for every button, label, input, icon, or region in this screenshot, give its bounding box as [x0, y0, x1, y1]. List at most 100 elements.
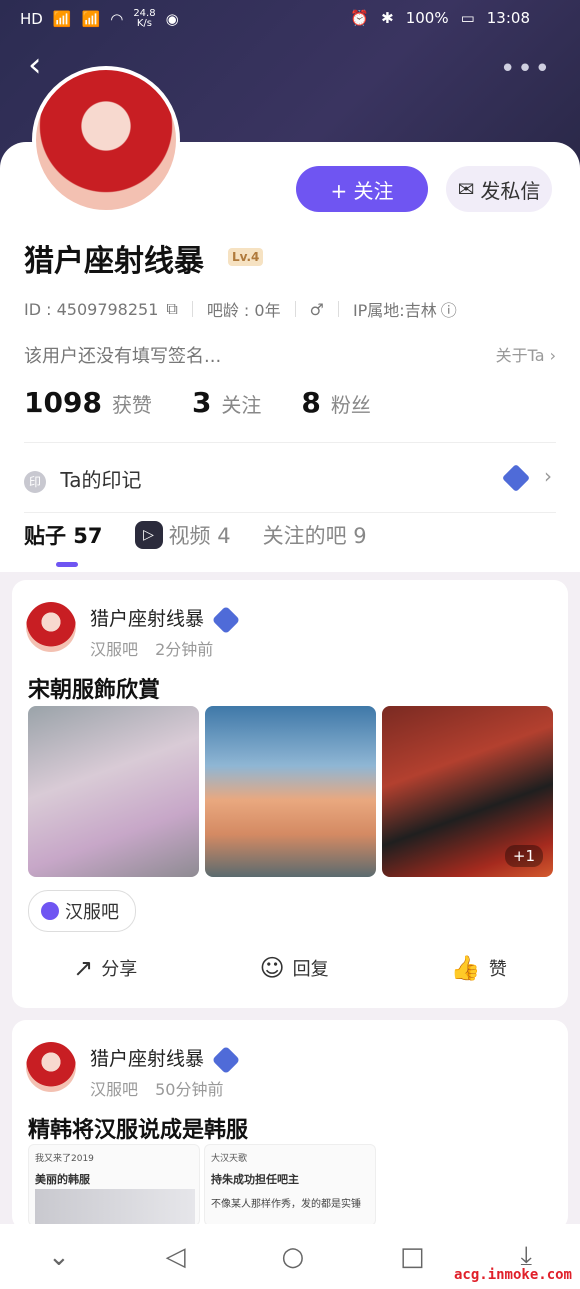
follow-button-label: + 关注 [330, 178, 394, 203]
shot-username: 我又来了2019 [35, 1154, 94, 1164]
avatar[interactable] [26, 602, 76, 652]
share-button[interactable]: ↗ 分享 [73, 954, 137, 982]
likes-count[interactable]: 1098 [24, 386, 102, 419]
profile-avatar[interactable] [32, 66, 180, 214]
post-images: 我又来了2019 美丽的韩服 大汉天歌 持朱成功担任吧主 不像某人那样作秀，发的… [28, 1144, 376, 1226]
following-count[interactable]: 3 [192, 386, 211, 419]
shot-body: 不像某人那样作秀，发的都是实锤 [211, 1199, 361, 1210]
post-author[interactable]: 猎户座射线暴 [90, 604, 241, 634]
bluetooth-icon: ✱ [381, 9, 394, 27]
chevron-right-icon: › [549, 346, 556, 365]
shot-heading: 美丽的韩服 [35, 1173, 90, 1186]
shot-heading: 持朱成功担任吧主 [211, 1173, 299, 1186]
post-title[interactable]: 宋朝服飾欣賞 [28, 672, 160, 704]
post-image[interactable] [28, 706, 199, 877]
avatar[interactable] [26, 1042, 76, 1092]
wifi-icon: ◠ [110, 10, 124, 28]
signal-icon-2: 📶 [81, 10, 101, 28]
tab-videos-label: 视频 4 [168, 524, 231, 548]
post-time: 50分钟前 [155, 1080, 224, 1099]
bar-age: 吧龄 : 0年 [206, 301, 281, 320]
signature-row: 该用户还没有填写签名... 关于Ta › [24, 342, 556, 368]
network-speed: 24.8 K/s [133, 9, 155, 29]
tab-indicator [56, 562, 78, 567]
divider [294, 301, 296, 317]
post-image[interactable]: +1 [382, 706, 553, 877]
help-icon[interactable]: ⓘ [441, 297, 457, 321]
home-circle-icon[interactable]: ○ [281, 1242, 304, 1272]
post-title[interactable]: 精韩将汉服说成是韩服 [28, 1112, 248, 1144]
more-images-badge: +1 [504, 845, 543, 867]
tab-videos[interactable]: ▷ 视频 4 [134, 520, 231, 550]
tab-posts[interactable]: 贴子 57 [24, 520, 103, 550]
seal-icon: 印 [24, 470, 46, 493]
thumbs-up-icon: 👍 [450, 954, 481, 982]
stats-row: 1098 获赞 3 关注 8 粉丝 [24, 386, 411, 419]
message-button-label: 发私信 [480, 178, 541, 203]
badge-icon [501, 463, 531, 493]
clock: 13:08 [486, 9, 530, 27]
back-triangle-icon[interactable]: ◁ [166, 1242, 186, 1272]
badge-icon [211, 1045, 241, 1074]
following-label: 关注 [221, 393, 262, 417]
post-author-name: 猎户座射线暴 [90, 1048, 205, 1070]
like-label: 赞 [488, 959, 507, 980]
shot-username: 大汉天歌 [211, 1154, 248, 1164]
forum-chip[interactable]: 汉服吧 [28, 890, 136, 932]
followers-count[interactable]: 8 [301, 386, 320, 419]
comment-icon: ☺ [259, 954, 285, 982]
post-author[interactable]: 猎户座射线暴 [90, 1044, 241, 1074]
mark-label: Ta的印记 [60, 468, 142, 492]
envelope-icon: ✉ [457, 177, 475, 201]
tab-followed-forums[interactable]: 关注的吧 9 [263, 520, 367, 550]
recents-square-icon[interactable]: □ [400, 1242, 425, 1272]
level-badge: Lv.4 [228, 248, 264, 266]
like-button[interactable]: 👍 赞 [451, 954, 507, 982]
post-author-name: 猎户座射线暴 [90, 608, 205, 630]
watermark: acg.inmoke.com [453, 1267, 572, 1283]
share-label: 分享 [101, 959, 138, 980]
post-card[interactable]: 猎户座射线暴 汉服吧 50分钟前 精韩将汉服说成是韩服 我又来了2019 美丽的… [12, 1020, 568, 1230]
chevron-right-icon: › [544, 464, 552, 488]
message-button[interactable]: ✉ 发私信 [446, 166, 552, 212]
divider [24, 442, 556, 443]
post-forum: 汉服吧 [90, 640, 139, 659]
meta-row: ID : 4509798251 ⧉ 吧龄 : 0年 ♂ IP属地:吉林 ⓘ [24, 297, 457, 321]
reply-button[interactable]: ☺ 回复 [260, 954, 329, 982]
post-forum: 汉服吧 [90, 1080, 139, 1099]
follow-button[interactable]: + 关注 [296, 166, 428, 212]
ip-location: IP属地:吉林 [352, 301, 437, 320]
alarm-icon: ⏰ [350, 9, 370, 27]
post-meta: 汉服吧 2分钟前 [90, 636, 225, 660]
username: 猎户座射线暴 [24, 244, 204, 279]
post-image[interactable]: 我又来了2019 美丽的韩服 [28, 1144, 200, 1226]
more-dots-icon[interactable]: ••• [500, 54, 552, 84]
copy-icon[interactable]: ⧉ [166, 299, 177, 319]
battery-percent: 100% [405, 9, 449, 27]
profile-tabs: 贴子 57 ▷ 视频 4 关注的吧 9 [24, 520, 367, 550]
battery-icon: ▭ [460, 9, 475, 27]
net-speed-unit: K/s [136, 18, 153, 29]
eye-icon: ◉ [165, 10, 179, 28]
status-bar: HD 📶 📶 ◠ 24.8 K/s ◉ ⏰ ✱ 100% ▭ 13:08 [0, 0, 580, 38]
mark-row[interactable]: 印 Ta的印记 › [24, 463, 556, 498]
followers-label: 粉丝 [330, 393, 371, 417]
hd-indicator: HD [20, 10, 43, 28]
chevron-down-icon[interactable]: ⌄ [48, 1242, 70, 1272]
post-image[interactable]: 大汉天歌 持朱成功担任吧主 不像某人那样作秀，发的都是实锤 [204, 1144, 376, 1226]
planet-icon [41, 902, 59, 920]
divider [24, 512, 556, 513]
play-icon: ▷ [134, 521, 163, 549]
about-link[interactable]: 关于Ta › [496, 342, 556, 366]
divider [191, 301, 193, 317]
gender-male-icon: ♂ [309, 299, 324, 319]
post-time: 2分钟前 [155, 640, 214, 659]
post-actions: ↗ 分享 ☺ 回复 👍 赞 [12, 954, 568, 982]
reply-label: 回复 [292, 959, 329, 980]
back-arrow-icon[interactable]: ‹ [28, 48, 42, 82]
post-meta: 汉服吧 50分钟前 [90, 1076, 235, 1100]
about-link-label: 关于Ta [495, 346, 545, 365]
post-card[interactable]: 猎户座射线暴 汉服吧 2分钟前 宋朝服飾欣賞 +1 汉服吧 ↗ 分享 ☺ 回复 … [12, 580, 568, 1008]
forum-chip-label: 汉服吧 [65, 902, 119, 923]
post-image[interactable] [205, 706, 376, 877]
